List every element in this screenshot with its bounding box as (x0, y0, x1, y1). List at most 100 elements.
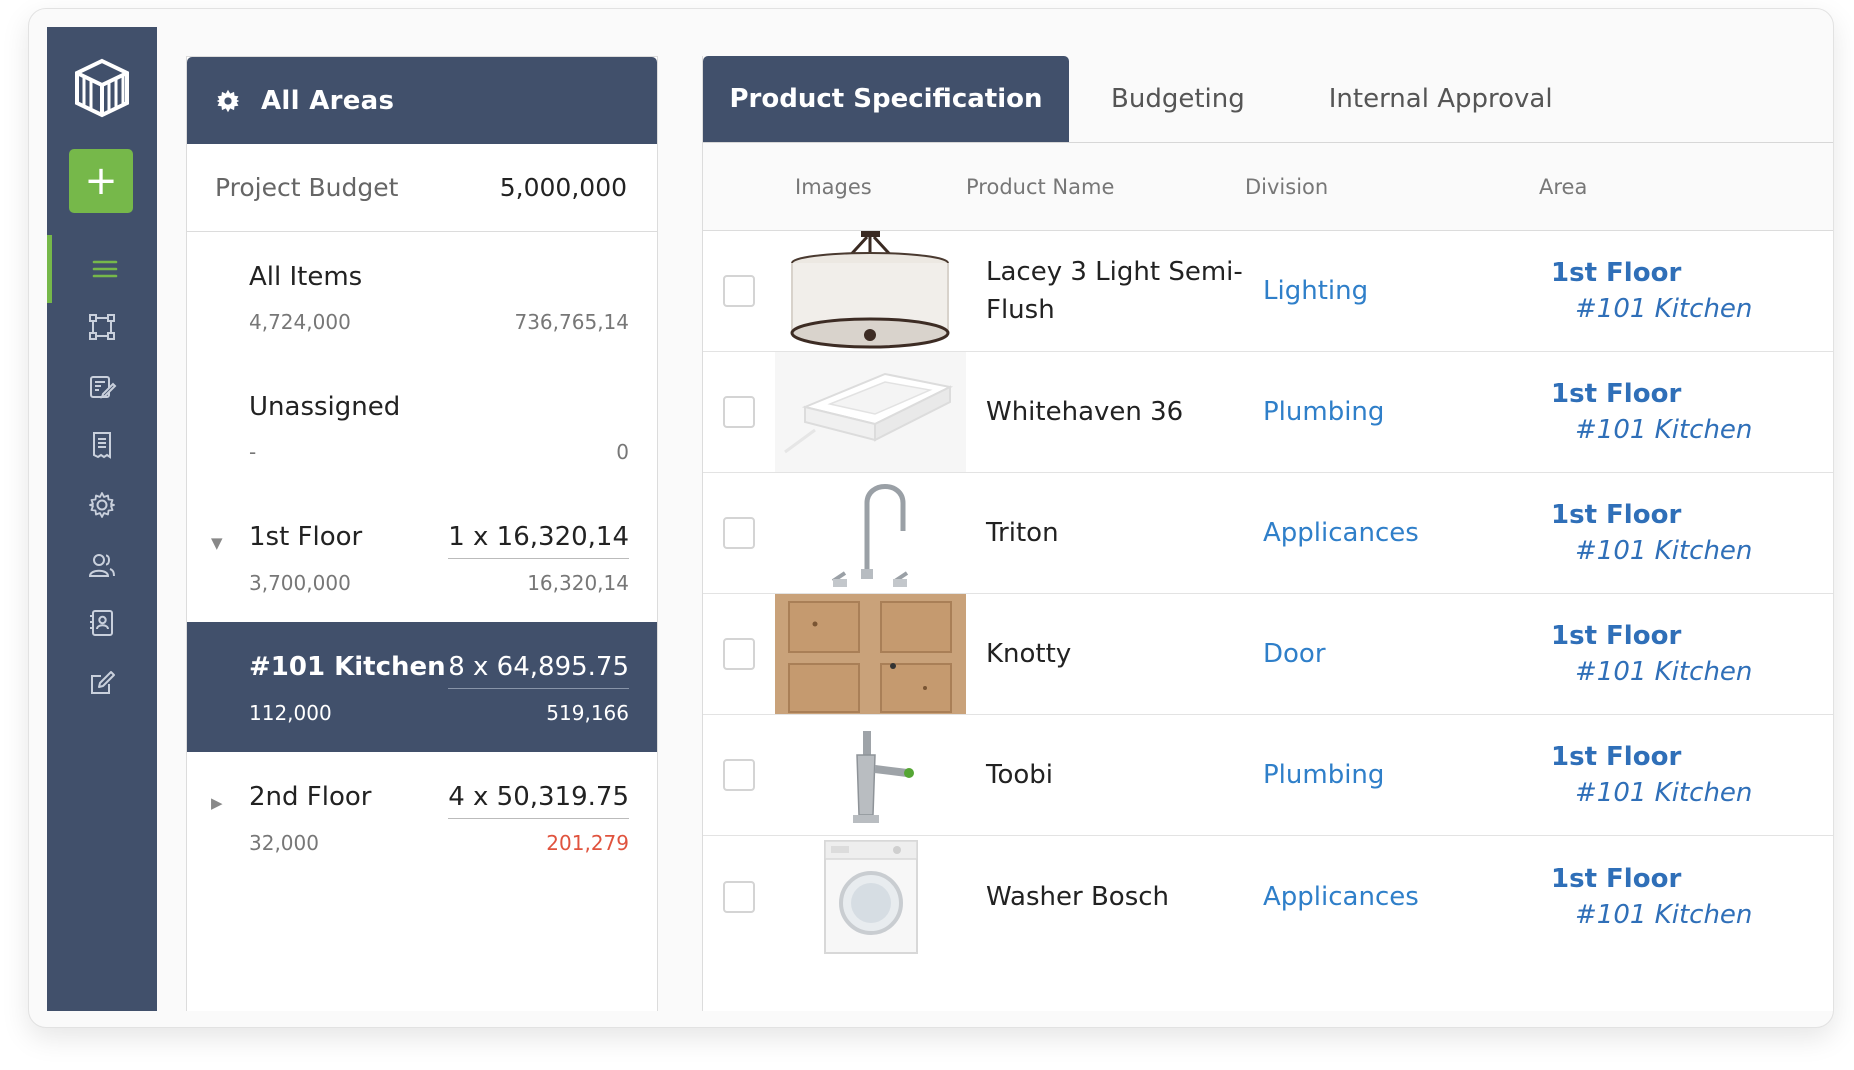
division-link[interactable]: Door (1245, 639, 1539, 669)
areas-title: All Areas (261, 85, 395, 116)
sidebar-item-receipts[interactable] (47, 411, 157, 479)
column-header-area[interactable]: Area (1539, 175, 1587, 199)
menu-icon (92, 260, 117, 278)
product-name[interactable]: Whitehaven 36 (966, 393, 1245, 431)
caret-down-icon[interactable]: ▼ (211, 534, 229, 552)
area-row-2nd-floor[interactable]: ▶ 2nd Floor 4 x 50,319.75 32,000 201,279 (187, 752, 657, 882)
area-quantity: 8 x 64,895.75 (448, 652, 629, 689)
area-floor: 1st Floor (1551, 863, 1682, 894)
sidebar-item-settings[interactable] (47, 471, 157, 539)
product-image (775, 231, 966, 351)
table-row[interactable]: Whitehaven 36 Plumbing 1st Floor #101 Ki… (703, 352, 1833, 473)
area-link[interactable]: 1st Floor #101 Kitchen (1539, 500, 1752, 566)
product-name[interactable]: Triton (966, 514, 1245, 552)
product-name[interactable]: Washer Bosch (966, 878, 1245, 916)
caret-right-icon[interactable]: ▶ (211, 794, 229, 812)
area-room: #101 Kitchen (1575, 778, 1753, 808)
area-budget: 3,700,000 (249, 571, 351, 595)
division-link[interactable]: Lighting (1245, 276, 1539, 306)
division-link[interactable]: Plumbing (1245, 397, 1539, 427)
area-budget: 32,000 (249, 831, 319, 855)
edit-icon (91, 671, 115, 694)
washer-image (824, 839, 918, 954)
area-room: #101 Kitchen (1575, 536, 1753, 566)
product-image (775, 352, 966, 472)
product-name[interactable]: Lacey 3 Light Semi-Flush (966, 253, 1245, 329)
area-link[interactable]: 1st Floor #101 Kitchen (1539, 379, 1752, 445)
area-link[interactable]: 1st Floor #101 Kitchen (1539, 258, 1752, 324)
area-name: #101 Kitchen (249, 652, 446, 682)
tab-bar: Product Specification Budgeting Internal… (703, 56, 1833, 143)
division-link[interactable]: Applicances (1245, 518, 1539, 548)
areas-header[interactable]: All Areas (187, 57, 657, 144)
row-checkbox[interactable] (723, 759, 755, 791)
area-total: 736,765,14 (514, 310, 629, 334)
table-row[interactable]: Toobi Plumbing 1st Floor #101 Kitchen (703, 715, 1833, 836)
row-checkbox[interactable] (723, 638, 755, 670)
area-total: 0 (616, 440, 629, 464)
product-image (775, 594, 966, 714)
area-link[interactable]: 1st Floor #101 Kitchen (1539, 742, 1752, 808)
project-budget-label: Project Budget (215, 173, 399, 202)
area-total-over-budget: 201,279 (546, 831, 629, 855)
product-image (775, 473, 966, 593)
row-checkbox[interactable] (723, 396, 755, 428)
area-quantity: 1 x 16,320,14 (448, 522, 629, 559)
area-quantity: 4 x 50,319.75 (448, 782, 629, 819)
area-name: 1st Floor (249, 522, 363, 552)
receipt-icon (93, 432, 111, 459)
pendant-light-image (775, 231, 966, 351)
area-budget: 4,724,000 (249, 310, 351, 334)
gear-icon (216, 89, 240, 112)
sidebar-item-floorplan[interactable] (47, 293, 157, 361)
area-floor: 1st Floor (1551, 742, 1682, 772)
area-row-101-kitchen[interactable]: #101 Kitchen 8 x 64,895.75 112,000 519,1… (187, 622, 657, 752)
table-row[interactable]: Knotty Door 1st Floor #101 Kitchen (703, 594, 1833, 715)
column-header-product-name[interactable]: Product Name (966, 175, 1245, 199)
product-image (775, 715, 966, 835)
table-row[interactable]: Lacey 3 Light Semi-Flush Lighting 1st Fl… (703, 231, 1833, 352)
area-budget: - (249, 440, 257, 464)
contact-card-icon (90, 610, 113, 636)
add-button[interactable]: + (69, 149, 133, 213)
logo-icon (75, 58, 129, 118)
product-name[interactable]: Knotty (966, 635, 1245, 673)
area-name: Unassigned (249, 392, 401, 422)
area-name: 2nd Floor (249, 782, 372, 812)
project-budget-row: Project Budget 5,000,000 (187, 144, 657, 232)
area-row-all-items[interactable]: All Items 4,724,000 736,765,14 (187, 232, 657, 362)
app-logo (71, 57, 133, 119)
division-link[interactable]: Plumbing (1245, 760, 1539, 790)
tab-product-specification[interactable]: Product Specification (703, 56, 1069, 142)
sidebar-item-notes[interactable] (47, 649, 157, 717)
table-row[interactable]: Washer Bosch Applicances 1st Floor #101 … (703, 836, 1833, 957)
column-header-division[interactable]: Division (1245, 175, 1539, 199)
tab-internal-approval[interactable]: Internal Approval (1287, 56, 1595, 142)
door-image (775, 594, 966, 714)
area-link[interactable]: 1st Floor #101 Kitchen (1539, 864, 1752, 930)
area-floor: 1st Floor (1551, 621, 1682, 651)
area-row-unassigned[interactable]: Unassigned - 0 (187, 362, 657, 492)
table-row[interactable]: Triton Applicances 1st Floor #101 Kitche… (703, 473, 1833, 594)
area-row-1st-floor[interactable]: ▼ 1st Floor 1 x 16,320,14 3,700,000 16,3… (187, 492, 657, 622)
product-name[interactable]: Toobi (966, 756, 1245, 794)
areas-panel: All Areas Project Budget 5,000,000 All I… (186, 56, 658, 1011)
division-link[interactable]: Applicances (1245, 882, 1539, 912)
floorplan-icon (89, 314, 115, 340)
row-checkbox[interactable] (723, 880, 755, 913)
spec-edit-icon (90, 376, 117, 399)
sidebar-nav: + (47, 27, 157, 1011)
project-budget-value: 5,000,000 (499, 173, 627, 202)
tap-image (775, 715, 966, 835)
gear-icon (89, 492, 115, 518)
sidebar-item-contacts[interactable] (47, 589, 157, 657)
row-checkbox[interactable] (723, 517, 755, 549)
area-room: #101 Kitchen (1575, 415, 1753, 445)
area-floor: 1st Floor (1551, 258, 1682, 288)
area-total: 519,166 (546, 701, 629, 725)
area-floor: 1st Floor (1551, 500, 1682, 530)
table-header: Images Product Name Division Area (703, 143, 1833, 231)
tab-budgeting[interactable]: Budgeting (1069, 56, 1287, 142)
area-link[interactable]: 1st Floor #101 Kitchen (1539, 621, 1752, 687)
row-checkbox[interactable] (723, 275, 755, 307)
